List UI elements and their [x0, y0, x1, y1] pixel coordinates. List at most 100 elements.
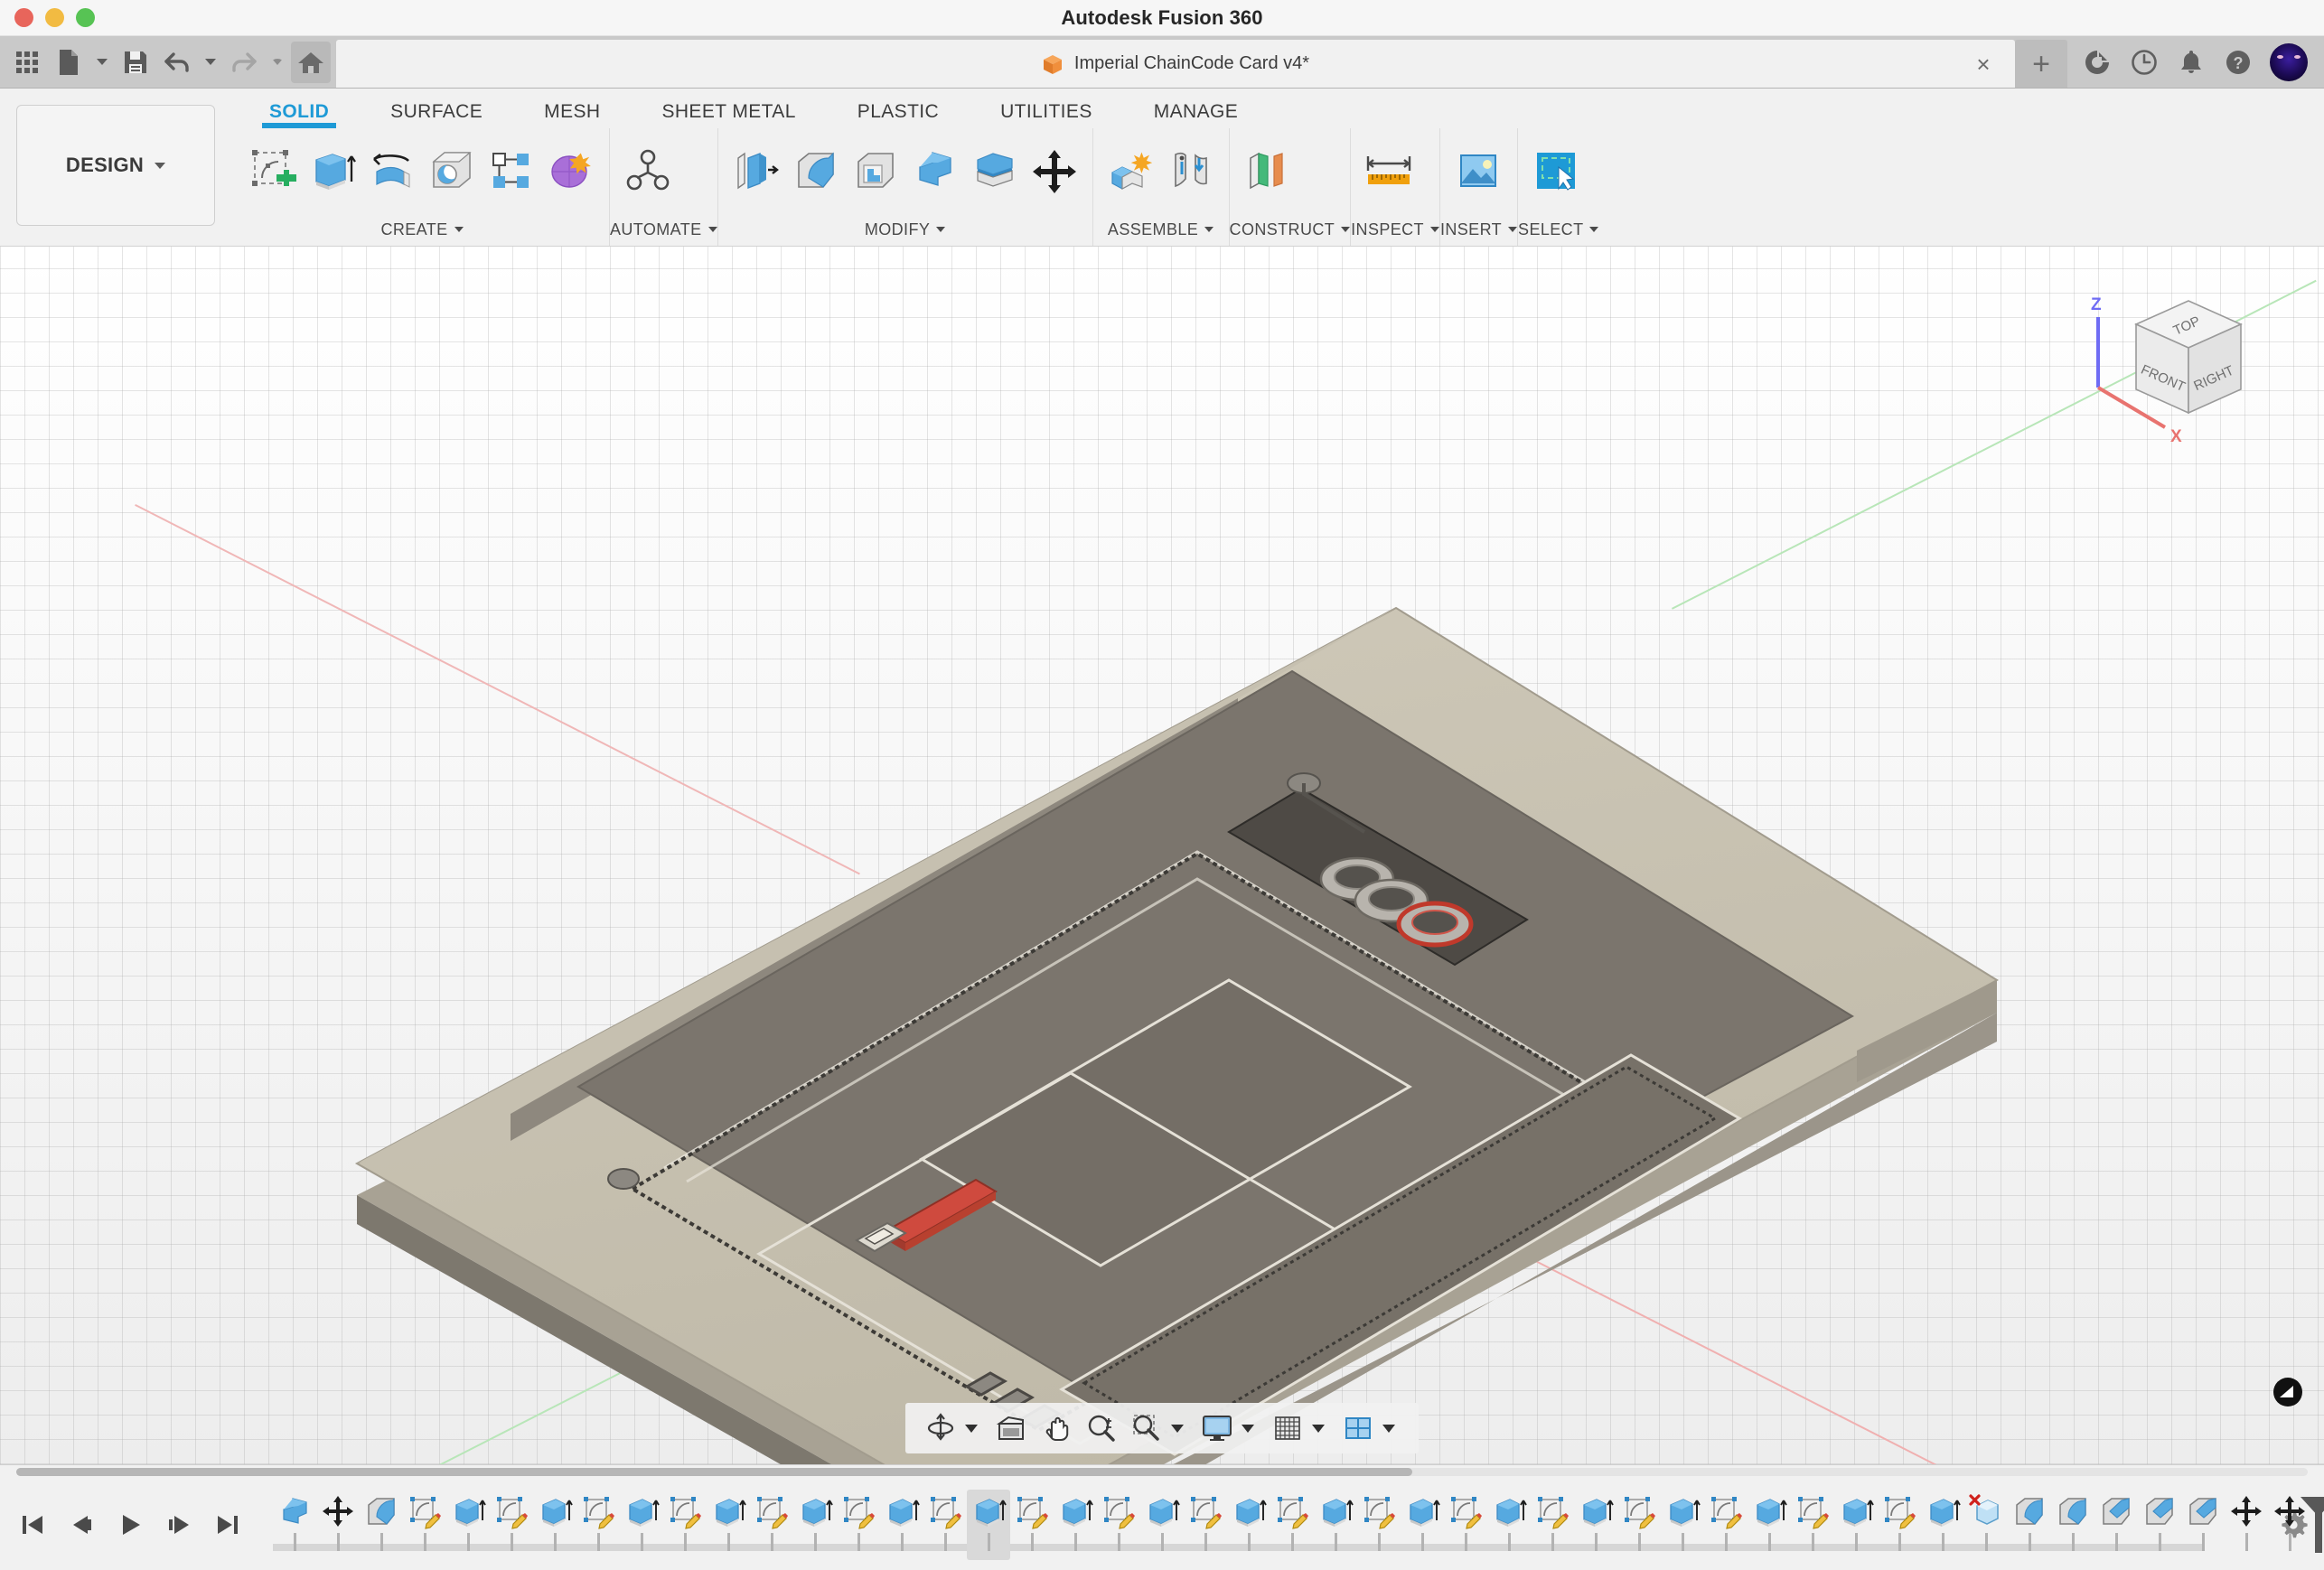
timeline-feature-fillet[interactable]: [2051, 1490, 2094, 1560]
fillet-button[interactable]: [789, 141, 843, 201]
timeline-feature-extrude[interactable]: [1314, 1490, 1357, 1560]
timeline-feature-sketch[interactable]: [1791, 1490, 1834, 1560]
timeline-feature-move[interactable]: [2225, 1490, 2268, 1560]
timeline-feature-move[interactable]: [316, 1490, 360, 1560]
tab-plastic[interactable]: PLASTIC: [827, 101, 970, 128]
measure-button[interactable]: [1362, 141, 1416, 201]
redo-dropdown[interactable]: [266, 42, 289, 83]
timeline-feature-extrude[interactable]: [967, 1490, 1010, 1560]
tab-surface[interactable]: SURFACE: [360, 101, 513, 128]
panel-label-construct[interactable]: CONSTRUCT: [1230, 213, 1351, 246]
document-tab[interactable]: Imperial ChainCode Card v4* ×: [336, 40, 2015, 88]
timeline-feature-extrude[interactable]: [1401, 1490, 1444, 1560]
timeline-feature-extrude[interactable]: [880, 1490, 923, 1560]
save-button[interactable]: [116, 42, 155, 83]
timeline-feature-sketch[interactable]: [490, 1490, 533, 1560]
create-form-button[interactable]: [544, 141, 598, 201]
app-grid-button[interactable]: [7, 42, 47, 83]
timeline-feature-sketch[interactable]: [1531, 1490, 1574, 1560]
timeline-feature-extrude[interactable]: [1574, 1490, 1617, 1560]
tab-sheet-metal[interactable]: SHEET METAL: [631, 101, 826, 128]
timeline-feature-sketch[interactable]: [837, 1490, 880, 1560]
grid-snaps-dropdown[interactable]: [1312, 1424, 1325, 1433]
tab-solid[interactable]: SOLID: [239, 101, 360, 128]
timeline-feature-sketch[interactable]: [1184, 1490, 1227, 1560]
extrude-button[interactable]: [305, 141, 360, 201]
timeline-feature-extrude[interactable]: [1661, 1490, 1704, 1560]
timeline-feature-sketch[interactable]: [1270, 1490, 1314, 1560]
fit-button[interactable]: [1126, 1407, 1167, 1449]
timeline-feature-extrude[interactable]: [1487, 1490, 1531, 1560]
joint-button[interactable]: [1164, 141, 1218, 201]
automate-button[interactable]: [621, 141, 675, 201]
timeline-feature-fillet[interactable]: [360, 1490, 403, 1560]
offset-plane-button[interactable]: [1241, 141, 1295, 201]
scrollbar-thumb[interactable]: [16, 1468, 1412, 1476]
viewports-dropdown[interactable]: [1382, 1424, 1395, 1433]
orbit-button[interactable]: [920, 1407, 961, 1449]
timeline-feature-sketch-error[interactable]: [1964, 1490, 2008, 1560]
undo-button[interactable]: [157, 42, 197, 83]
redo-button[interactable]: [224, 42, 264, 83]
timeline-feature-extrude[interactable]: [1227, 1490, 1270, 1560]
timeline-feature-extrude[interactable]: [707, 1490, 750, 1560]
timeline-feature-sketch[interactable]: [923, 1490, 967, 1560]
panel-label-create[interactable]: CREATE: [235, 213, 609, 246]
timeline-feature-sketch[interactable]: [1878, 1490, 1921, 1560]
notifications-button[interactable]: [2170, 42, 2212, 83]
panel-label-insert[interactable]: INSERT: [1440, 213, 1518, 246]
timeline-feature-sketch[interactable]: [663, 1490, 707, 1560]
timeline-feature-sketch[interactable]: [750, 1490, 793, 1560]
viewport-canvas[interactable]: Z X TOP FRONT RIGHT: [0, 247, 2324, 1464]
timeline-feature-extrude[interactable]: [1140, 1490, 1184, 1560]
panel-label-modify[interactable]: MODIFY: [718, 213, 1092, 246]
timeline-feature-extrude[interactable]: [1054, 1490, 1097, 1560]
timeline-feature-extrude[interactable]: [1921, 1490, 1964, 1560]
timeline-feature-extrude[interactable]: [620, 1490, 663, 1560]
select-button[interactable]: [1529, 141, 1583, 201]
zoom-button[interactable]: [1081, 1407, 1122, 1449]
timeline-feature-sketch[interactable]: [1704, 1490, 1748, 1560]
model-3d[interactable]: [0, 247, 2324, 1464]
viewports-button[interactable]: [1337, 1407, 1379, 1449]
home-button[interactable]: [291, 41, 331, 83]
tab-mesh[interactable]: MESH: [513, 101, 631, 128]
timeline-feature-sketch[interactable]: [403, 1490, 446, 1560]
timeline-feature-chamfer[interactable]: [2094, 1490, 2138, 1560]
display-settings-dropdown[interactable]: [1242, 1424, 1254, 1433]
split-face-button[interactable]: [968, 141, 1022, 201]
insert-image-button[interactable]: [1451, 141, 1505, 201]
timeline-feature-extrude[interactable]: [446, 1490, 490, 1560]
timeline-feature-chamfer[interactable]: [2181, 1490, 2225, 1560]
new-file-button[interactable]: [49, 42, 89, 83]
timeline-feature-extrude[interactable]: [1748, 1490, 1791, 1560]
help-button[interactable]: ?: [2217, 42, 2259, 83]
undo-dropdown[interactable]: [199, 42, 222, 83]
timeline-feature-extrude[interactable]: [793, 1490, 837, 1560]
timeline-feature-extrude[interactable]: [1834, 1490, 1878, 1560]
pattern-button[interactable]: [484, 141, 539, 201]
workspace-switcher[interactable]: DESIGN: [16, 105, 215, 226]
press-pull-button[interactable]: [729, 141, 783, 201]
timeline-feature-sketch[interactable]: [1010, 1490, 1054, 1560]
go-to-beginning-button[interactable]: [13, 1501, 52, 1548]
new-file-dropdown[interactable]: [90, 42, 114, 83]
timeline-features[interactable]: [273, 1490, 2324, 1560]
timeline-feature-fillet[interactable]: [2008, 1490, 2051, 1560]
timeline-feature-sketch[interactable]: [1097, 1490, 1140, 1560]
new-tab-button[interactable]: +: [2015, 40, 2067, 88]
move-copy-button[interactable]: [1027, 141, 1082, 201]
timeline-feature-chamfer[interactable]: [2138, 1490, 2181, 1560]
look-at-button[interactable]: [990, 1407, 1032, 1449]
go-to-end-button[interactable]: [208, 1501, 248, 1548]
timeline-scrollbar[interactable]: [0, 1465, 2324, 1480]
panel-label-select[interactable]: SELECT: [1518, 213, 1599, 246]
timeline-feature-sketch[interactable]: [1444, 1490, 1487, 1560]
shell-button[interactable]: [848, 141, 903, 201]
timeline-feature-sketch[interactable]: [1357, 1490, 1401, 1560]
avatar[interactable]: [2270, 42, 2308, 81]
panel-label-automate[interactable]: AUTOMATE: [610, 213, 717, 246]
timeline-feature-sketch[interactable]: [1617, 1490, 1661, 1560]
view-cube[interactable]: Z X TOP FRONT RIGHT: [2082, 281, 2281, 448]
job-status-button[interactable]: [2123, 42, 2165, 83]
